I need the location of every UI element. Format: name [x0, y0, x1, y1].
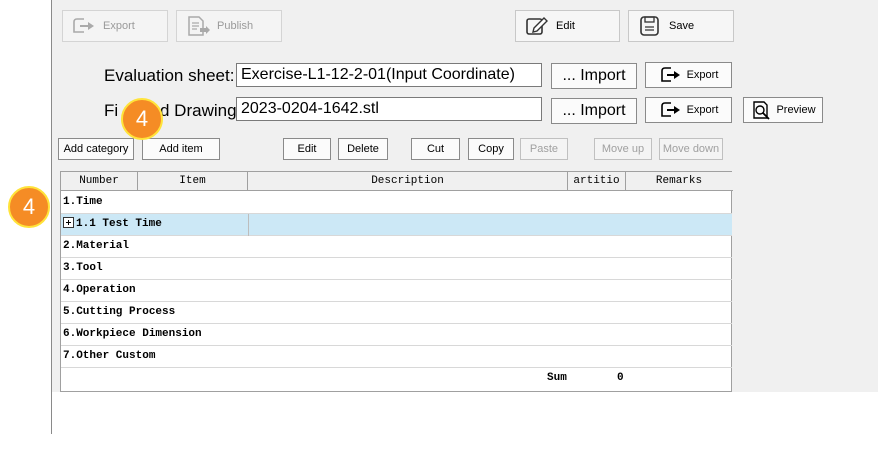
sum-label: Sum — [547, 372, 567, 384]
table-row[interactable]: 5.Cutting Process — [61, 302, 732, 324]
table-row[interactable]: 3.Tool — [61, 258, 732, 280]
table-row[interactable]: 6.Workpiece Dimension — [61, 324, 732, 346]
sum-value: 0 — [617, 372, 624, 384]
column-header-number[interactable]: Number — [61, 172, 138, 191]
table-row[interactable]: 4.Operation — [61, 280, 732, 302]
edit-item-button[interactable]: Edit — [283, 138, 331, 160]
sum-row: Sum 0 — [61, 368, 732, 390]
row-label: 4.Operation — [63, 284, 136, 296]
toolbar-export-label: Export — [103, 20, 135, 32]
preview-button[interactable]: Preview — [743, 97, 823, 123]
drawing-field[interactable]: 2023-0204-1642.stl — [236, 97, 542, 121]
drawing-export-button[interactable]: Export — [645, 97, 732, 123]
copy-button[interactable]: Copy — [468, 138, 514, 160]
toolbar-edit-label: Edit — [556, 20, 575, 32]
toolbar-save-button[interactable]: Save — [628, 10, 734, 42]
export-icon — [660, 67, 680, 82]
export-icon — [73, 18, 94, 33]
drawing-import-button[interactable]: ... Import — [551, 98, 637, 124]
table-row-selected[interactable]: 1.1 Test Time — [61, 214, 732, 236]
row-label: 5.Cutting Process — [63, 306, 176, 318]
row-label: 7.Other Custom — [63, 350, 156, 362]
preview-label: Preview — [776, 104, 816, 116]
table-row[interactable]: 7.Other Custom — [61, 346, 732, 368]
move-up-button[interactable]: Move up — [594, 138, 652, 160]
column-header-description[interactable]: Description — [248, 172, 568, 191]
table-header: Number Item Description artitio Remarks — [61, 172, 733, 191]
toolbar-export-button[interactable]: Export — [62, 10, 168, 42]
drawing-export-label: Export — [686, 104, 719, 116]
evaluation-export-label: Export — [686, 69, 719, 81]
step-badge-top: 4 — [121, 98, 163, 140]
paste-button[interactable]: Paste — [520, 138, 568, 160]
evaluation-import-button[interactable]: ... Import — [551, 63, 637, 89]
delete-button[interactable]: Delete — [338, 138, 388, 160]
row-label: 1.1 Test Time — [76, 218, 162, 230]
move-down-button[interactable]: Move down — [659, 138, 723, 160]
save-icon — [640, 16, 659, 36]
edit-icon — [526, 17, 548, 35]
expand-icon[interactable] — [63, 217, 74, 228]
toolbar-edit-button[interactable]: Edit — [515, 10, 620, 42]
items-table: Number Item Description artitio Remarks … — [60, 171, 733, 392]
cell-divider — [248, 214, 249, 236]
table-row[interactable]: 1.Time — [61, 192, 732, 214]
add-item-button[interactable]: Add item — [142, 138, 220, 160]
evaluation-sheet-label: Evaluation sheet: — [104, 66, 235, 85]
evaluation-sheet-field[interactable]: Exercise-L1-12-2-01(Input Coordinate) — [236, 63, 542, 87]
row-label: 1.Time — [63, 196, 103, 208]
row-label: 3.Tool — [63, 262, 103, 274]
evaluation-export-button[interactable]: Export — [645, 62, 732, 88]
column-header-remarks[interactable]: Remarks — [626, 172, 732, 191]
row-label: 6.Workpiece Dimension — [63, 328, 202, 340]
toolbar-save-label: Save — [669, 20, 695, 32]
table-row[interactable]: 2.Material — [61, 236, 732, 258]
toolbar-publish-label: Publish — [217, 20, 254, 32]
lower-area — [52, 392, 878, 434]
column-header-item[interactable]: Item — [138, 172, 248, 191]
row-label: 2.Material — [63, 240, 130, 252]
step-badge-left: 4 — [8, 186, 50, 228]
toolbar-publish-button[interactable]: Publish — [176, 10, 282, 42]
preview-icon — [753, 101, 771, 120]
column-header-partition[interactable]: artitio — [568, 172, 626, 191]
add-category-button[interactable]: Add category — [58, 138, 134, 160]
drawing-label: d Drawing: — [160, 101, 242, 120]
drawing-label-left: Fi — [104, 101, 119, 120]
publish-icon — [188, 16, 210, 36]
cut-button[interactable]: Cut — [411, 138, 460, 160]
export-icon — [660, 102, 680, 117]
